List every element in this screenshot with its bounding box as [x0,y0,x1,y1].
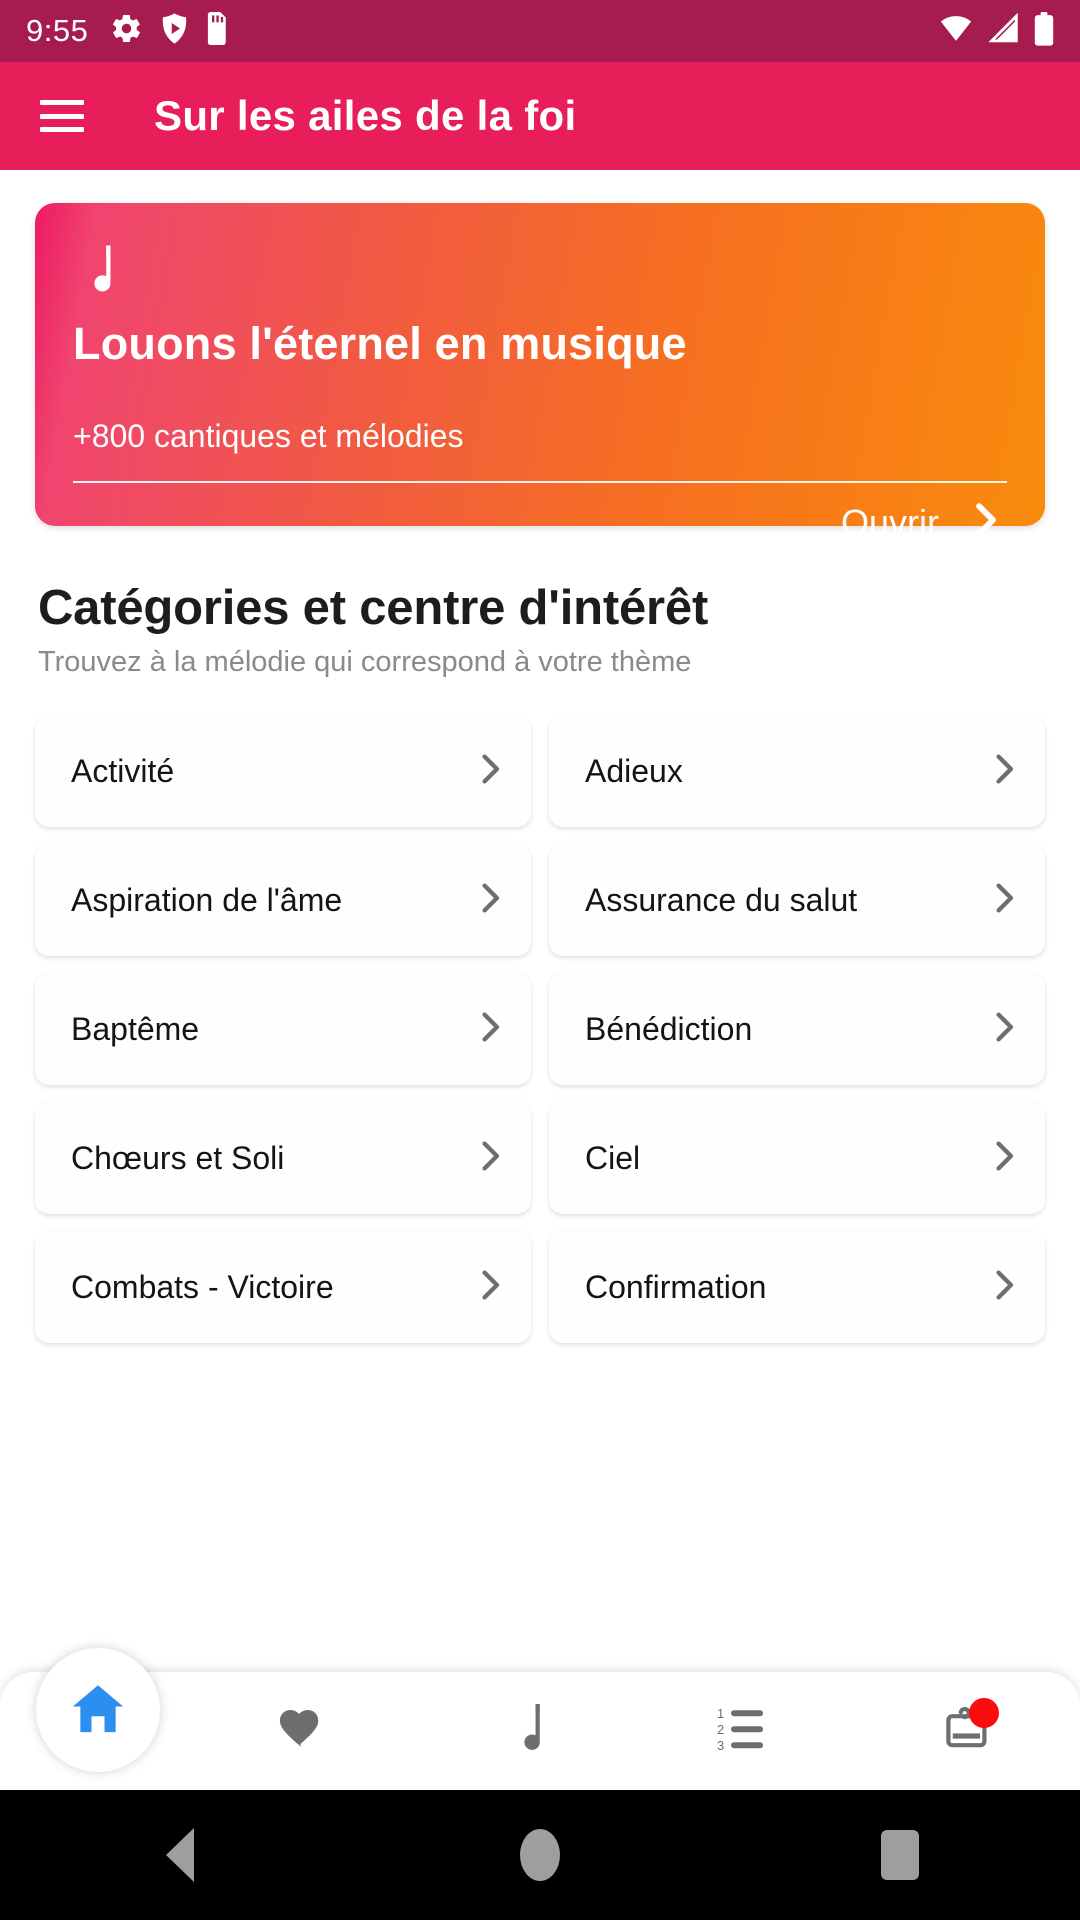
category-tile-label: Aspiration de l'âme [71,881,343,918]
chevron-right-icon [475,1139,505,1178]
signal-icon [987,12,1021,50]
section-title: Catégories et centre d'intérêt [38,581,709,635]
category-tile-label: Baptême [71,1010,200,1047]
svg-text:2: 2 [717,1722,724,1737]
shield-play-icon [160,12,189,50]
category-tile[interactable]: Assurance du salut [549,844,1045,956]
bottom-navigation-bar: 1 2 3 [0,1648,1080,1790]
category-tile[interactable]: Confirmation [549,1231,1045,1343]
bottom-nav-item-music[interactable] [413,1672,636,1790]
status-bar-notification-icons [110,12,229,50]
gear-icon [110,12,143,50]
bottom-nav-item-favorites[interactable] [190,1672,413,1790]
category-tile-label: Activité [71,752,175,789]
svg-text:1: 1 [717,1706,724,1721]
chevron-right-icon [989,1268,1019,1307]
recents-icon [881,1830,919,1880]
heart-icon [277,1706,325,1757]
phone-screen: 9:55 Sur les ailes de la foi Louons l'ét… [0,0,1080,1920]
hero-promo-card[interactable]: Louons l'éternel en musique +800 cantiqu… [35,203,1045,543]
hamburger-line [40,113,84,119]
android-navigation-bar [0,1790,1080,1920]
status-bar-system-icons [938,11,1054,51]
bottom-nav-item-home[interactable] [36,1648,160,1772]
chevron-right-icon [475,1268,505,1307]
chevron-right-icon [989,1010,1019,1049]
music-note-icon [73,243,1007,304]
bottom-nav-item-news[interactable] [858,1672,1080,1790]
android-home-button[interactable] [440,1790,640,1920]
hamburger-menu-icon[interactable] [40,100,84,132]
chevron-right-icon [989,1139,1019,1178]
chevron-right-icon [969,501,1003,544]
category-tile[interactable]: Bénédiction [549,973,1045,1085]
news-notification-badge [968,1698,999,1728]
category-tile-label: Assurance du salut [585,881,858,918]
category-tile[interactable]: Chœurs et Soli [35,1102,531,1214]
hero-divider [73,481,1007,483]
hero-open-button[interactable]: Ouvrir [73,501,1007,544]
app-bar: Sur les ailes de la foi [0,62,1080,170]
hero-title: Louons l'éternel en musique [73,318,687,369]
category-tile[interactable]: Baptême [35,973,531,1085]
sd-card-icon [206,12,229,50]
category-tile[interactable]: Ciel [549,1102,1045,1214]
section-subtitle: Trouvez à la mélodie qui correspond à vo… [38,646,692,678]
home-icon [67,1679,129,1742]
music-note-icon [504,1703,544,1759]
bottom-nav-item-playlist[interactable]: 1 2 3 [635,1672,858,1790]
category-tile[interactable]: Adieux [549,715,1045,827]
category-tile-label: Adieux [585,752,683,789]
battery-icon [1034,11,1054,51]
categories-grid: Activité Adieux Aspiration de l'âme Assuran… [35,715,1045,1343]
category-tile[interactable]: Combats - Victoire [35,1231,531,1343]
back-icon [166,1828,194,1882]
category-tile-label: Bénédiction [585,1010,753,1047]
main-content: Louons l'éternel en musique +800 cantiqu… [0,203,1080,1343]
svg-text:3: 3 [717,1738,724,1753]
chevron-right-icon [475,752,505,791]
hamburger-line [40,100,84,105]
hamburger-line [40,127,84,132]
category-tile[interactable]: Aspiration de l'âme [35,844,531,956]
chevron-right-icon [475,881,505,920]
numbered-list-icon: 1 2 3 [717,1705,775,1758]
bottom-nav-items: 1 2 3 [190,1672,1080,1790]
category-tile-label: Confirmation [585,1268,767,1305]
chevron-right-icon [989,752,1019,791]
page-title: Sur les ailes de la foi [154,92,577,139]
category-tile[interactable]: Activité [35,715,531,827]
hero-subtitle: +800 cantiques et mélodies [73,418,464,454]
category-tile-label: Ciel [585,1139,641,1176]
status-bar-clock: 9:55 [26,13,89,48]
android-back-button[interactable] [80,1790,280,1920]
status-bar: 9:55 [0,0,1080,62]
category-tile-label: Chœurs et Soli [71,1139,285,1176]
android-recents-button[interactable] [800,1790,1000,1920]
chevron-right-icon [989,881,1019,920]
wifi-icon [938,12,974,50]
hero-open-label: Ouvrir [841,501,939,543]
chevron-right-icon [475,1010,505,1049]
home-circle-icon [520,1829,560,1881]
category-tile-label: Combats - Victoire [71,1268,334,1305]
